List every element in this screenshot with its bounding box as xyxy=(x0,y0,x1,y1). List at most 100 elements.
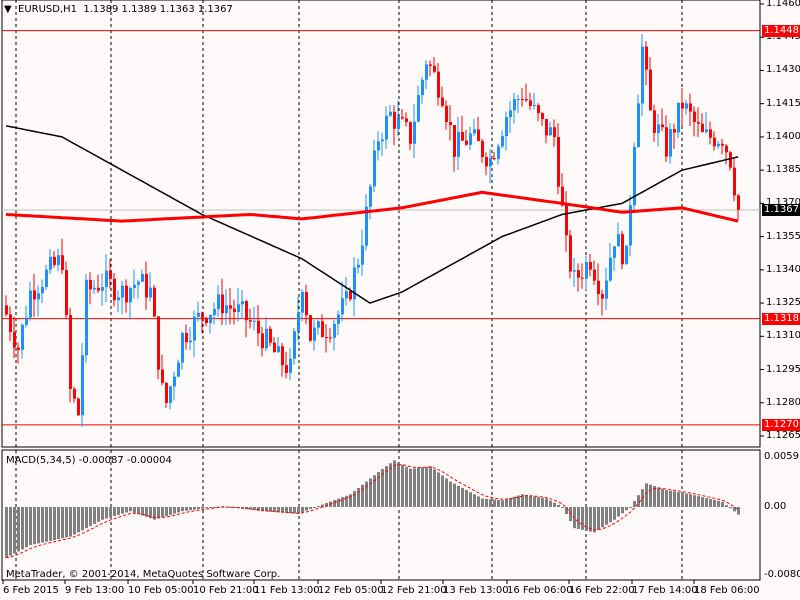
macd-bar xyxy=(117,507,120,515)
macd-bar xyxy=(685,493,688,507)
macd-bar xyxy=(465,490,468,507)
candle-body xyxy=(373,150,376,187)
macd-bar xyxy=(449,481,452,507)
y-tick-label: 1.1400 xyxy=(766,130,800,142)
macd-bar xyxy=(13,507,16,554)
candle-body xyxy=(597,280,600,295)
candle-body xyxy=(541,113,544,120)
macd-bar xyxy=(181,507,184,512)
macd-bar xyxy=(53,507,56,541)
candle-body xyxy=(153,287,156,317)
candle-body xyxy=(665,127,668,157)
candle-body xyxy=(453,125,456,157)
macd-bar xyxy=(529,495,532,507)
macd-tick-label: -0.00803 xyxy=(764,569,800,580)
candle-body xyxy=(589,261,592,270)
macd-bar xyxy=(73,507,76,535)
candle-body xyxy=(141,274,144,282)
macd-bar xyxy=(669,490,672,507)
candle-body xyxy=(401,116,404,119)
macd-bar xyxy=(481,498,484,507)
y-tick-label: 1.1355 xyxy=(766,230,800,242)
x-tick-label: 18 Feb 06:00 xyxy=(694,585,760,596)
candle-body xyxy=(729,152,732,168)
macd-bar xyxy=(661,488,664,507)
candle-body xyxy=(217,294,220,310)
macd-bar xyxy=(565,507,568,515)
macd-bar xyxy=(385,466,388,507)
candle-body xyxy=(13,332,16,348)
y-tick-label: 1.1325 xyxy=(766,297,800,309)
menu-arrow-icon[interactable]: ▼ xyxy=(4,4,12,15)
candle-body xyxy=(169,386,172,403)
candle-body xyxy=(17,347,20,350)
candle-body xyxy=(689,103,692,112)
candle-body xyxy=(625,245,628,265)
candle-body xyxy=(517,99,520,101)
macd-bar xyxy=(613,507,616,520)
candle-body xyxy=(233,308,236,312)
macd-tick-label: 0.00 xyxy=(764,501,787,512)
candle-body xyxy=(321,321,324,338)
macd-bar xyxy=(441,475,444,507)
candle-body xyxy=(349,291,352,300)
macd-bar xyxy=(717,500,720,507)
x-tick-label: 11 Feb 13:00 xyxy=(254,585,320,596)
candle-body xyxy=(545,119,548,136)
candle-body xyxy=(701,123,704,132)
macd-bar xyxy=(173,507,176,514)
candle-body xyxy=(97,287,100,291)
candle-body xyxy=(101,287,104,291)
candle-body xyxy=(329,337,332,339)
macd-bar xyxy=(21,507,24,550)
candle-body xyxy=(9,314,12,333)
macd-bar xyxy=(317,506,320,508)
candle-body xyxy=(61,255,64,270)
candle-body xyxy=(641,46,644,104)
candle-body xyxy=(309,315,312,341)
macd-bar xyxy=(545,498,548,507)
x-tick-label: 9 Feb 13:00 xyxy=(65,585,125,596)
macd-bar xyxy=(413,468,416,507)
x-tick-label: 13 Feb 13:00 xyxy=(443,585,509,596)
y-tick-label: 1.1430 xyxy=(766,64,800,76)
candle-body xyxy=(713,137,716,147)
candle-body xyxy=(81,355,84,416)
candle-body xyxy=(649,69,652,111)
macd-bar xyxy=(701,497,704,507)
candle-body xyxy=(341,298,344,315)
candle-body xyxy=(533,105,536,107)
candle-body xyxy=(369,186,372,207)
candle-body xyxy=(481,140,484,157)
candle-body xyxy=(653,110,656,133)
candle-body xyxy=(41,286,44,294)
macd-bar xyxy=(5,507,8,558)
candle-body xyxy=(525,99,528,101)
macd-bar xyxy=(593,507,596,533)
candle-body xyxy=(65,269,68,316)
candle-body xyxy=(285,365,288,373)
candle-body xyxy=(389,111,392,116)
macd-bar xyxy=(333,500,336,507)
candle-body xyxy=(565,205,568,236)
candle-body xyxy=(289,358,292,373)
candle-body xyxy=(361,245,364,265)
candle-body xyxy=(441,97,444,106)
candle-body xyxy=(77,398,80,416)
macd-bar xyxy=(725,505,728,507)
macd-bar xyxy=(509,497,512,507)
candle-body xyxy=(685,103,688,109)
candle-body xyxy=(425,64,428,80)
macd-bar xyxy=(649,484,652,507)
candle-body xyxy=(109,270,112,279)
y-tick-label: 1.1280 xyxy=(766,396,800,408)
candle-body xyxy=(125,285,128,303)
candle-body xyxy=(305,291,308,316)
candle-body xyxy=(537,105,540,114)
price-level-tag: 1.1448 xyxy=(762,24,800,37)
chart-header: EURUSD,H1 1.1389 1.1389 1.1363 1.1367 xyxy=(18,4,233,15)
macd-bar xyxy=(353,491,356,507)
macd-bar xyxy=(121,507,124,514)
macd-bar xyxy=(537,497,540,507)
price-chart[interactable] xyxy=(0,0,800,600)
